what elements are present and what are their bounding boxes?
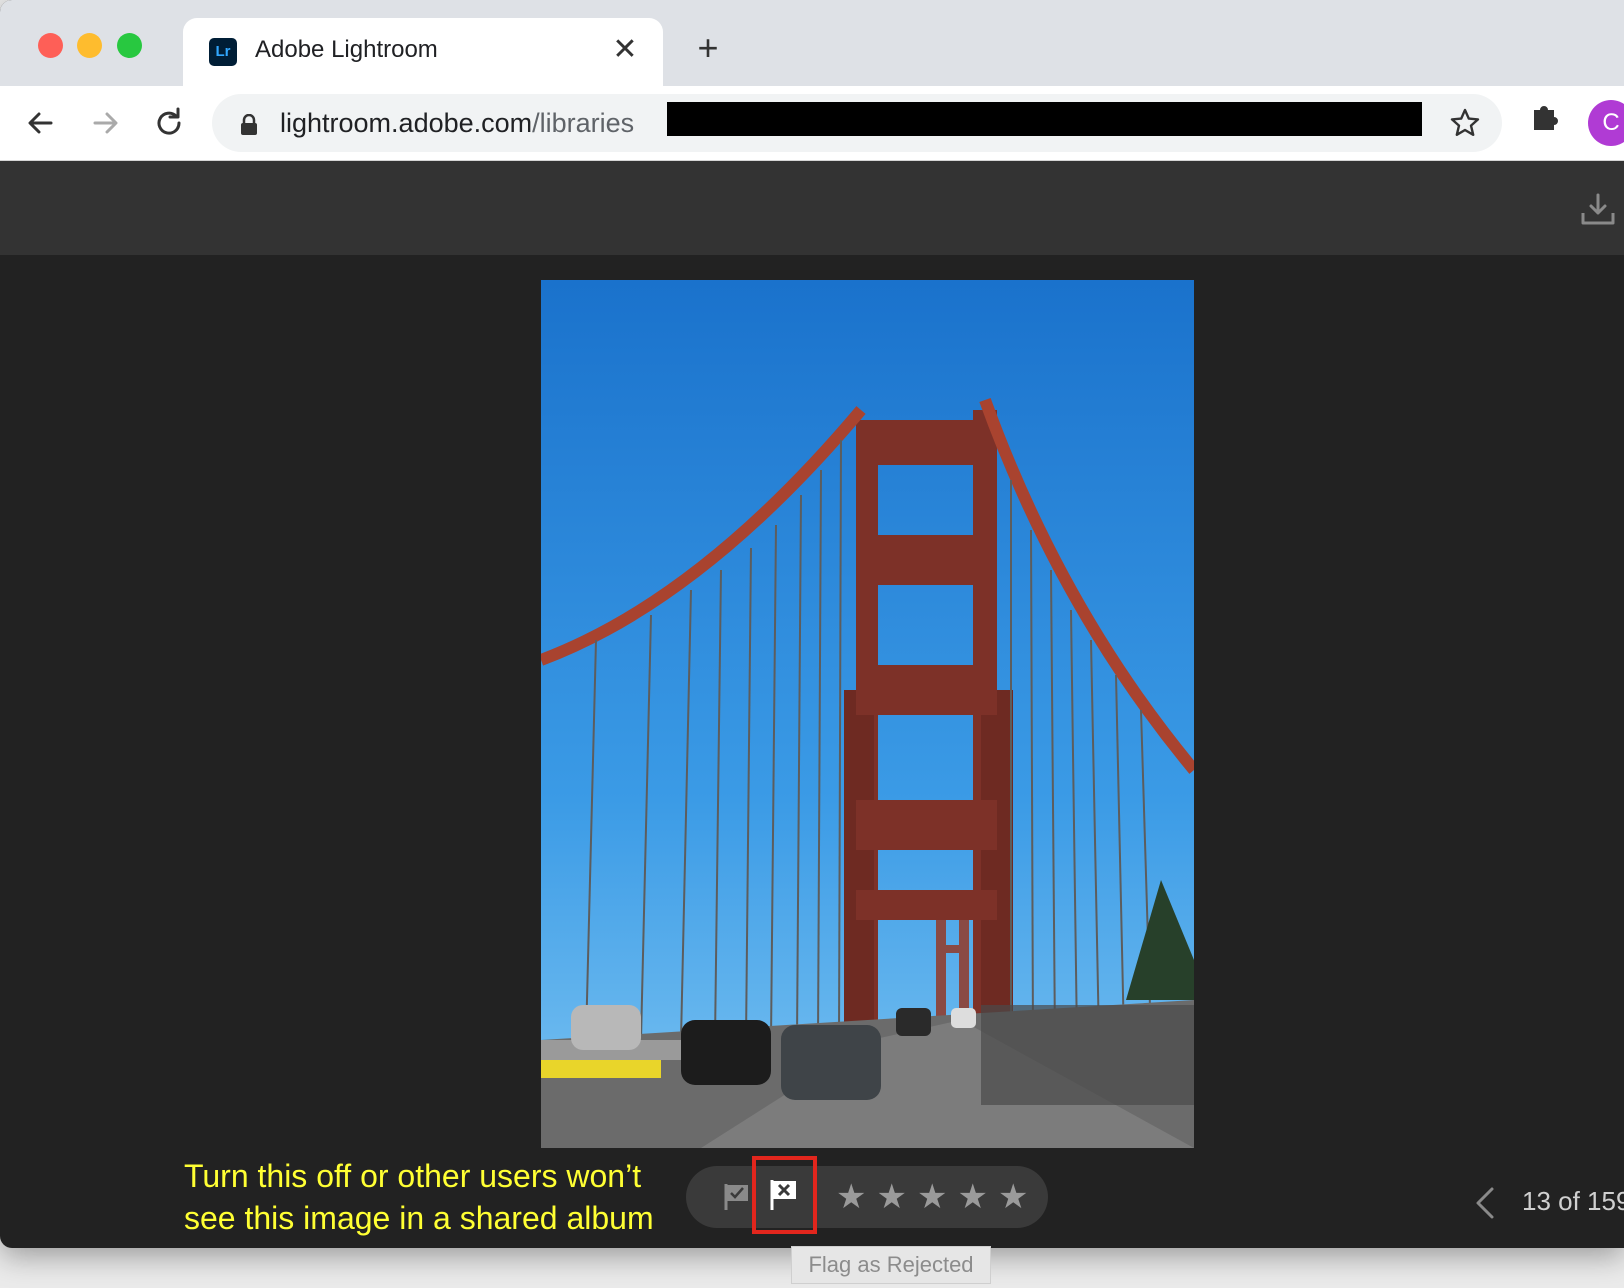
- golden-gate-bridge-photo[interactable]: [541, 280, 1194, 1148]
- zoom-window-button[interactable]: [117, 33, 142, 58]
- redacted-url-segment: [667, 102, 1422, 136]
- star-1-icon[interactable]: ★: [836, 1178, 866, 1216]
- tab-adobe-lightroom[interactable]: Lr Adobe Lightroom ✕: [183, 18, 663, 86]
- star-2-icon[interactable]: ★: [876, 1178, 906, 1216]
- reject-flag-highlight-box: [752, 1156, 817, 1234]
- close-window-button[interactable]: [38, 33, 63, 58]
- star-rating[interactable]: ★ ★ ★ ★ ★: [836, 1178, 1028, 1216]
- url-text[interactable]: lightroom.adobe.com/libraries: [280, 108, 634, 139]
- annotation-line-2: see this image in a shared album: [184, 1200, 654, 1236]
- tab-strip: Lr Adobe Lightroom ✕ +: [0, 0, 1624, 86]
- arrow-left-icon: [28, 112, 53, 134]
- rating-toolbar: ★ ★ ★ ★ ★: [686, 1166, 1048, 1228]
- download-icon[interactable]: [1580, 191, 1616, 227]
- minimize-window-button[interactable]: [77, 33, 102, 58]
- lock-icon: [241, 114, 257, 135]
- flag-rejected-tooltip: Flag as Rejected: [791, 1246, 991, 1284]
- arrow-right-icon: [93, 112, 118, 134]
- star-5-icon[interactable]: ★: [998, 1178, 1028, 1216]
- chevron-left-icon[interactable]: [1472, 1186, 1500, 1220]
- browser-toolbar: lightroom.adobe.com/libraries: [0, 86, 1624, 161]
- lightroom-header: [0, 161, 1624, 255]
- browser-window: Lr Adobe Lightroom ✕ + lightroom.adobe.c…: [0, 0, 1624, 1248]
- lightroom-favicon-icon: Lr: [209, 38, 237, 66]
- extensions-puzzle-icon[interactable]: [1528, 100, 1562, 134]
- forward-button[interactable]: [84, 102, 126, 144]
- annotation-line-1: Turn this off or other users won’t: [184, 1158, 642, 1194]
- star-3-icon[interactable]: ★: [917, 1178, 947, 1216]
- reload-button[interactable]: [148, 102, 190, 144]
- url-domain: lightroom.adobe.com: [280, 108, 533, 138]
- back-button[interactable]: [20, 102, 62, 144]
- photo-counter: 13 of 159: [1522, 1186, 1624, 1216]
- photo-pager: 13 of 159: [1472, 1182, 1624, 1222]
- tab-title: Adobe Lightroom: [255, 36, 438, 63]
- bookmark-star-icon[interactable]: [1448, 106, 1482, 140]
- new-tab-button[interactable]: +: [690, 30, 726, 66]
- flag-pick-icon[interactable]: [722, 1182, 752, 1212]
- photo-image: [541, 280, 1194, 1148]
- annotation-callout: Turn this off or other users won’t see t…: [184, 1155, 654, 1239]
- address-bar[interactable]: lightroom.adobe.com/libraries: [212, 94, 1502, 152]
- reload-icon: [157, 107, 181, 135]
- url-path: /libraries: [532, 108, 635, 138]
- star-4-icon[interactable]: ★: [957, 1178, 987, 1216]
- tab-close-button[interactable]: ✕: [607, 32, 643, 68]
